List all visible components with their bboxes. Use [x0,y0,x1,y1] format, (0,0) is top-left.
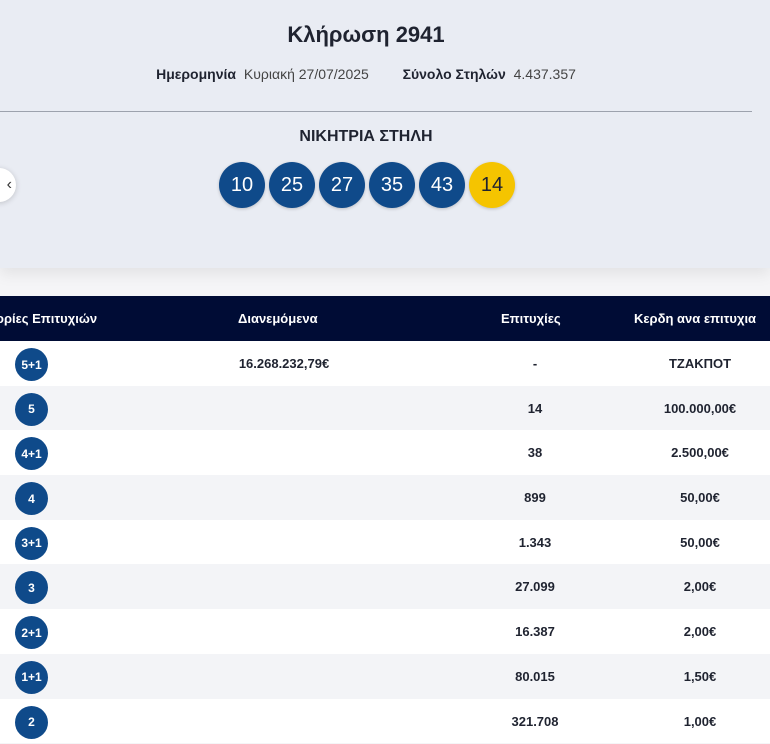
prize-cell: 50,00€ [680,534,720,550]
winners-cell: 16.387 [515,624,555,640]
chevron-left-icon: ‹ [6,176,12,193]
table-row: 2 321.708 1,00€ [0,698,770,744]
winners-cell: 27.099 [515,579,555,595]
table-row: 4 899 50,00€ [0,475,770,520]
prize-cell: 100.000,00€ [663,400,737,416]
draw-meta: Ημερομηνία Κυριακή 27/07/2025 Σύνολο Στη… [0,66,732,82]
number-ball: 43 [419,162,465,208]
prize-cell: 2,00€ [683,579,717,595]
date-label: Ημερομηνία [156,66,237,82]
total-columns-value: 4.437.357 [513,66,576,82]
number-ball: 35 [369,162,415,208]
number-ball: 10 [219,162,265,208]
prize-cell: 50,00€ [680,490,720,506]
table-row: 2+1 16.387 2,00€ [0,609,770,654]
winners-cell: 38 [527,445,543,461]
header-distributed: Διανεμόμενα [238,311,318,326]
category-badge: 2 [15,705,48,739]
header-prize: Κερδη ανα επιτυχια [634,311,757,326]
winners-cell: 1.343 [518,534,552,550]
winners-cell: 80.015 [515,668,555,684]
winners-cell: 321.708 [511,713,559,729]
category-badge: 4+1 [15,437,48,471]
winners-cell: 14 [527,400,543,416]
header-winners: Επιτυχίες [501,311,561,326]
category-badge: 5 [15,392,48,426]
previous-draw-button[interactable]: ‹ [0,168,16,202]
date-value: Κυριακή 27/07/2025 [243,66,369,82]
category-badge: 3+1 [15,526,48,560]
category-badge: 4 [15,482,48,516]
category-badge: 1+1 [15,660,48,694]
category-badge: 2+1 [15,616,48,650]
total-columns-label: Σύνολο Στηλών [402,66,506,82]
number-ball: 25 [269,162,315,208]
table-row: 3 27.099 2,00€ [0,564,770,610]
prize-cell: ΤΖΑΚΠΟΤ [668,356,732,371]
winning-column-label: ΝΙΚΗΤΡΙΑ ΣΤΗΛΗ [299,128,433,145]
category-badge: 5+1 [15,348,48,381]
table-row: 5+1 16.268.232,79€ - ΤΖΑΚΠΟΤ [0,341,770,386]
prize-cell: 2.500,00€ [671,445,729,461]
header-category: ορίες Επιτυχιών [0,311,98,326]
draw-info-panel: ‹ Κλήρωση 2941 Ημερομηνία Κυριακή 27/07/… [0,0,770,268]
table-row: 3+1 1.343 50,00€ [0,519,770,565]
joker-ball: 14 [469,162,515,208]
prize-cell: 1,50€ [683,668,717,684]
winners-cell: 899 [524,490,546,506]
divider [0,111,752,112]
prize-cell: 1,00€ [683,713,717,729]
number-ball: 27 [319,162,365,208]
table-row: 5 14 100.000,00€ [0,385,770,431]
table-row: 1+1 80.015 1,50€ [0,653,770,699]
table-row: 4+1 38 2.500,00€ [0,430,770,476]
table-header: ορίες Επιτυχιών Διανεμόμενα Επιτυχίες Κε… [0,296,770,341]
draw-title: Κλήρωση 2941 [287,22,445,47]
prize-cell: 2,00€ [683,624,717,640]
distributed-cell: 16.268.232,79€ [238,356,330,371]
winners-cell: - [532,356,538,371]
prize-table: ορίες Επιτυχιών Διανεμόμενα Επιτυχίες Κε… [0,296,770,744]
winning-numbers: 10 25 27 35 43 14 [219,162,519,208]
category-badge: 3 [15,571,48,605]
